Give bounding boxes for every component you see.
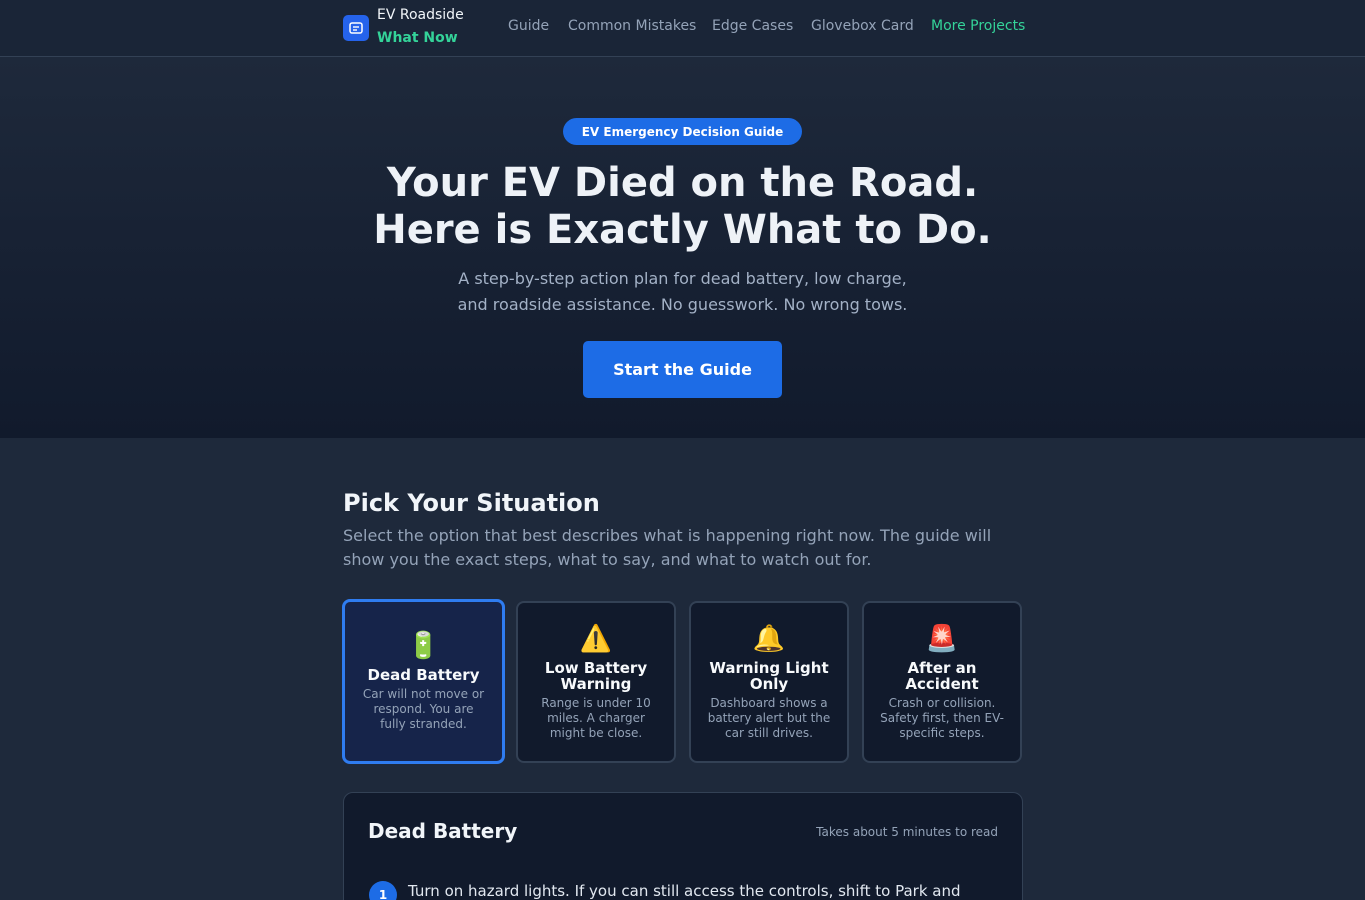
hero-subtitle: A step-by-step action plan for dead batt… [0, 266, 1365, 318]
brand-name[interactable]: EV Roadside [377, 7, 464, 23]
nav-link-more-projects[interactable]: More Projects [931, 18, 1025, 34]
card-title: After an Accident [905, 658, 979, 693]
bell-icon: 🔔 [752, 623, 786, 654]
section-title: Pick Your Situation [343, 489, 600, 517]
card-description: Car will not move or respond. You are fu… [362, 687, 485, 731]
section-description: Select the option that best describes wh… [343, 526, 992, 569]
hero-section: EV Emergency Decision Guide Your EV Died… [0, 57, 1365, 438]
siren-icon: 🚨 [925, 623, 959, 654]
situation-card-warning-light[interactable]: 🔔 Warning Light Only Dashboard shows a b… [689, 601, 849, 763]
step-text: Turn on hazard lights. If you can still … [408, 882, 961, 900]
situation-card-low-battery[interactable]: ⚠️ Low Battery Warning Range is under 10… [516, 601, 676, 763]
card-title: Warning Light Only [709, 658, 829, 693]
card-title: Low Battery Warning [544, 658, 648, 693]
hero-subtitle-line2: and roadside assistance. No guesswork. N… [457, 295, 908, 314]
reading-time: Takes about 5 minutes to read [816, 825, 998, 839]
nav-link-glovebox-card[interactable]: Glovebox Card [811, 18, 914, 34]
panel-title: Dead Battery [368, 819, 518, 843]
nav-link-common-mistakes[interactable]: Common Mistakes [568, 18, 696, 34]
hero-title-line1: Your EV Died on the Road. [386, 160, 979, 206]
nav-link-edge-cases[interactable]: Edge Cases [712, 18, 793, 34]
hero-title-line2: Here is Exactly What to Do. [373, 207, 992, 253]
hero-badge: EV Emergency Decision Guide [563, 118, 802, 145]
logo-icon[interactable] [343, 15, 369, 41]
card-description: Crash or collision. Safety first, then E… [880, 695, 1004, 740]
card-title: Dead Battery [367, 666, 480, 684]
step-number-badge: 1 [369, 881, 397, 900]
card-description: Dashboard shows a battery alert but the … [707, 695, 831, 740]
card-description: Range is under 10 miles. A charger might… [541, 695, 651, 740]
situation-card-dead-battery[interactable]: 🔋 Dead Battery Car will not move or resp… [342, 599, 505, 764]
battery-icon: 🔋 [407, 631, 440, 661]
guide-panel: Dead Battery Takes about 5 minutes to re… [343, 792, 1023, 900]
hero-title: Your EV Died on the Road. Here is Exactl… [0, 160, 1365, 254]
start-guide-button[interactable]: Start the Guide [583, 341, 782, 398]
hero-subtitle-line1: A step-by-step action plan for dead batt… [458, 269, 907, 288]
nav-link-guide[interactable]: Guide [508, 18, 549, 34]
situation-card-accident[interactable]: 🚨 After an Accident Crash or collision. … [862, 601, 1022, 763]
warning-icon: ⚠️ [579, 623, 613, 654]
brand-tagline[interactable]: What Now [377, 30, 458, 46]
top-nav: EV Roadside What Now Guide Common Mistak… [0, 0, 1365, 57]
